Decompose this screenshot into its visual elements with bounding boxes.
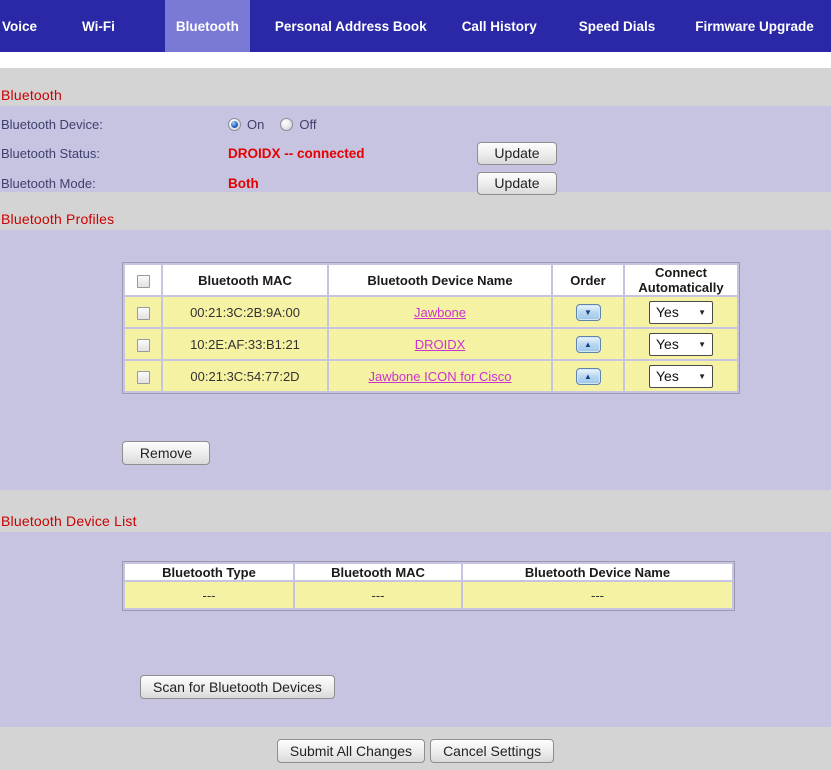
radio-off[interactable] bbox=[280, 118, 293, 131]
table-row: --- --- --- bbox=[125, 582, 732, 608]
row-checkbox[interactable] bbox=[137, 371, 150, 384]
select-value: Yes bbox=[656, 368, 679, 384]
table-row: 00:21:3C:54:77:2D Jawbone ICON for Cisco… bbox=[125, 361, 737, 391]
order-up-button[interactable]: ▲ bbox=[576, 368, 601, 385]
up-arrow-icon: ▲ bbox=[584, 373, 592, 381]
row-checkbox[interactable] bbox=[137, 339, 150, 352]
device-list-section: Bluetooth Type Bluetooth MAC Bluetooth D… bbox=[0, 532, 831, 727]
bluetooth-section-heading: Bluetooth bbox=[1, 87, 62, 103]
header-order: Order bbox=[553, 265, 623, 295]
nav-tab-speed-dials[interactable]: Speed Dials bbox=[579, 0, 656, 52]
bluetooth-settings-section: Bluetooth Device: On Off Bluetooth Statu… bbox=[0, 106, 831, 192]
row-checkbox[interactable] bbox=[137, 307, 150, 320]
chevron-down-icon: ▼ bbox=[698, 372, 706, 381]
device-list-header-row: Bluetooth Type Bluetooth MAC Bluetooth D… bbox=[125, 564, 732, 580]
order-down-button[interactable]: ▼ bbox=[576, 304, 601, 321]
header-bluetooth-mac: Bluetooth MAC bbox=[295, 564, 461, 580]
bluetooth-device-radio-group: On Off bbox=[228, 117, 326, 132]
table-row: 00:21:3C:2B:9A:00 Jawbone ▼ Yes ▼ bbox=[125, 297, 737, 327]
status-update-button[interactable]: Update bbox=[477, 142, 557, 165]
bluetooth-device-row: Bluetooth Device: On Off bbox=[0, 111, 831, 138]
spacer-strip bbox=[0, 52, 831, 68]
scan-for-bluetooth-devices-button[interactable]: Scan for Bluetooth Devices bbox=[140, 675, 335, 699]
profiles-table: Bluetooth MAC Bluetooth Device Name Orde… bbox=[122, 262, 740, 394]
bluetooth-status-row: Bluetooth Status: DROIDX -- connected Up… bbox=[0, 138, 831, 168]
bluetooth-heading-band: Bluetooth bbox=[0, 68, 831, 106]
device-list-table: Bluetooth Type Bluetooth MAC Bluetooth D… bbox=[122, 561, 735, 611]
type-cell: --- bbox=[125, 582, 293, 608]
select-value: Yes bbox=[656, 336, 679, 352]
radio-on-label: On bbox=[247, 117, 264, 132]
bluetooth-device-label: Bluetooth Device: bbox=[0, 117, 228, 132]
bluetooth-status-value: DROIDX -- connected bbox=[228, 146, 477, 161]
device-name-link[interactable]: Jawbone bbox=[414, 305, 466, 320]
profiles-heading-band: Bluetooth Profiles bbox=[0, 192, 831, 230]
top-nav: Voice Wi-Fi Bluetooth Personal Address B… bbox=[0, 0, 831, 52]
mode-update-button[interactable]: Update bbox=[477, 172, 557, 195]
footer-bar: Submit All Changes Cancel Settings bbox=[0, 727, 831, 770]
chevron-down-icon: ▼ bbox=[698, 340, 706, 349]
bluetooth-mode-label: Bluetooth Mode: bbox=[0, 176, 228, 191]
select-value: Yes bbox=[656, 304, 679, 320]
header-bluetooth-mac: Bluetooth MAC bbox=[163, 265, 327, 295]
device-list-heading-band: Bluetooth Device List bbox=[0, 490, 831, 532]
profiles-header-row: Bluetooth MAC Bluetooth Device Name Orde… bbox=[125, 265, 737, 295]
nav-tab-firmware-upgrade[interactable]: Firmware Upgrade bbox=[695, 0, 814, 52]
name-cell: --- bbox=[463, 582, 732, 608]
profiles-section: Bluetooth MAC Bluetooth Device Name Orde… bbox=[0, 230, 831, 490]
submit-all-changes-button[interactable]: Submit All Changes bbox=[277, 739, 425, 763]
bluetooth-status-label: Bluetooth Status: bbox=[0, 146, 228, 161]
nav-tab-personal-address-book[interactable]: Personal Address Book bbox=[275, 0, 427, 52]
table-row: 10:2E:AF:33:B1:21 DROIDX ▲ Yes ▼ bbox=[125, 329, 737, 359]
device-name-link[interactable]: Jawbone ICON for Cisco bbox=[368, 369, 511, 384]
device-name-link[interactable]: DROIDX bbox=[415, 337, 466, 352]
device-list-section-heading: Bluetooth Device List bbox=[1, 513, 137, 529]
connect-automatically-select[interactable]: Yes ▼ bbox=[649, 365, 713, 388]
remove-button[interactable]: Remove bbox=[122, 441, 210, 465]
header-connect-automatically: Connect Automatically bbox=[625, 265, 737, 295]
mac-cell: 00:21:3C:54:77:2D bbox=[163, 361, 327, 391]
header-device-name: Bluetooth Device Name bbox=[463, 564, 732, 580]
bluetooth-mode-value: Both bbox=[228, 176, 477, 191]
cancel-settings-button[interactable]: Cancel Settings bbox=[430, 739, 554, 763]
up-arrow-icon: ▲ bbox=[584, 341, 592, 349]
radio-off-label: Off bbox=[299, 117, 316, 132]
nav-tab-wifi[interactable]: Wi-Fi bbox=[82, 0, 115, 52]
mac-cell: 00:21:3C:2B:9A:00 bbox=[163, 297, 327, 327]
mac-cell: 10:2E:AF:33:B1:21 bbox=[163, 329, 327, 359]
header-device-name: Bluetooth Device Name bbox=[329, 265, 551, 295]
down-arrow-icon: ▼ bbox=[584, 309, 592, 317]
chevron-down-icon: ▼ bbox=[698, 308, 706, 317]
nav-tab-bluetooth-active[interactable]: Bluetooth bbox=[165, 0, 250, 52]
nav-tab-voice[interactable]: Voice bbox=[2, 0, 37, 52]
connect-automatically-select[interactable]: Yes ▼ bbox=[649, 333, 713, 356]
profiles-section-heading: Bluetooth Profiles bbox=[1, 211, 114, 227]
order-up-button[interactable]: ▲ bbox=[576, 336, 601, 353]
nav-tab-call-history[interactable]: Call History bbox=[462, 0, 537, 52]
connect-automatically-select[interactable]: Yes ▼ bbox=[649, 301, 713, 324]
mac-cell: --- bbox=[295, 582, 461, 608]
radio-on[interactable] bbox=[228, 118, 241, 131]
bluetooth-settings-page: Voice Wi-Fi Bluetooth Personal Address B… bbox=[0, 0, 831, 770]
header-bluetooth-type: Bluetooth Type bbox=[125, 564, 293, 580]
select-all-checkbox[interactable] bbox=[137, 275, 150, 288]
